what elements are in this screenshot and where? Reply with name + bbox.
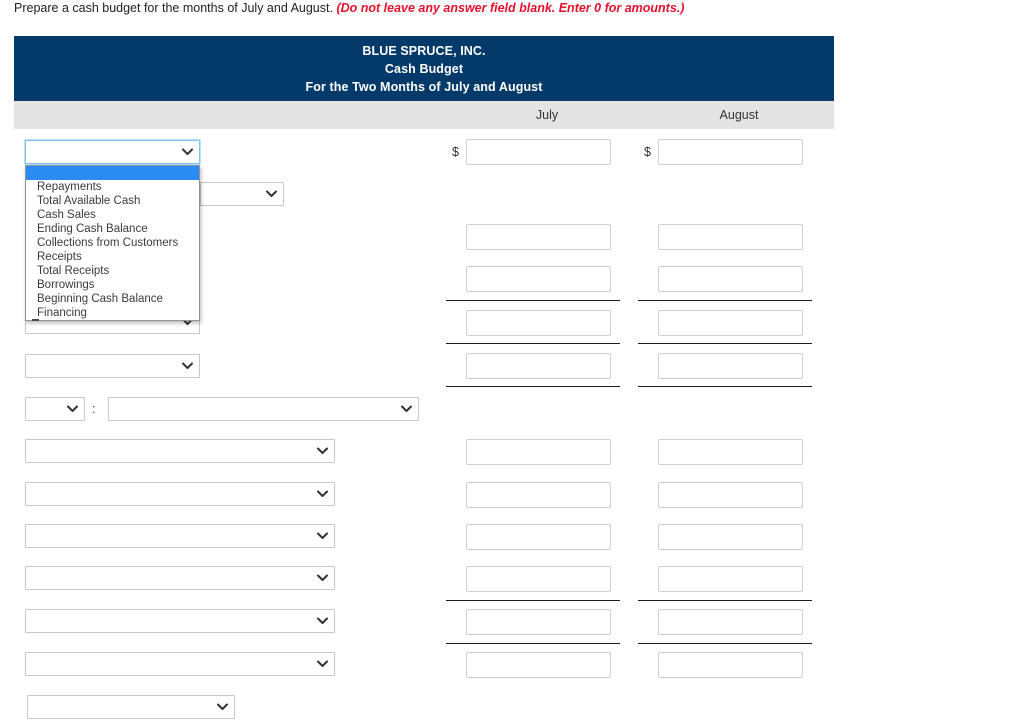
amount-august-5[interactable] [658,310,803,336]
amount-july-5[interactable] [466,310,611,336]
amount-july-9[interactable] [466,482,611,508]
dollar-sign-july-1: $ [452,145,459,159]
option-ending-cash-balance[interactable]: Ending Cash Balance [26,222,199,236]
amount-august-12[interactable] [658,609,803,635]
amount-july-11[interactable] [466,566,611,592]
amount-august-13[interactable] [658,652,803,678]
account-select-7[interactable] [25,524,335,548]
amount-august-6[interactable] [658,353,803,379]
subtotal-rule-july-2 [446,343,620,344]
cash-budget-worksheet: Prepare a cash budget for the months of … [0,0,1010,723]
chevron-down-icon [316,483,328,505]
account-select-11[interactable] [27,695,235,719]
option-repayments[interactable]: Repayments [26,180,199,194]
instruction-note: (Do not leave any answer field blank. En… [336,1,685,15]
amount-july-6[interactable] [466,353,611,379]
subtotal-rule-july-1 [446,300,620,301]
chevron-down-icon [400,398,412,420]
instruction-text: Prepare a cash budget for the months of … [14,1,684,15]
amount-august-1[interactable] [658,139,803,165]
account-select-5[interactable] [25,439,335,463]
table-title-band: BLUE SPRUCE, INC. Cash Budget For the Tw… [14,36,834,101]
chevron-down-icon [316,525,328,547]
amount-july-12[interactable] [466,609,611,635]
account-select-6[interactable] [25,482,335,506]
chevron-down-icon [316,610,328,632]
column-header-august: August [719,108,759,122]
subtotal-rule-july-5 [446,643,620,644]
company-name: BLUE SPRUCE, INC. [362,44,486,58]
subtotal-rule-august-1 [638,300,812,301]
subtotal-rule-august-5 [638,643,812,644]
section-separator-colon: : [92,402,96,416]
account-select-2[interactable] [200,182,284,206]
instruction-main: Prepare a cash budget for the months of … [14,1,337,15]
column-header-july: July [535,108,559,122]
amount-july-3[interactable] [466,224,611,250]
option-borrowings[interactable]: Borrowings [26,278,199,292]
dollar-sign-august-1: $ [644,145,651,159]
subtotal-rule-july-3 [446,386,620,387]
statement-name: Cash Budget [384,62,464,76]
option-beginning-cash-balance[interactable]: Beginning Cash Balance [26,292,199,306]
option-financing[interactable]: Financing [26,306,199,320]
option-receipts[interactable]: Receipts [26,250,199,264]
amount-july-4[interactable] [466,266,611,292]
amount-july-1[interactable] [466,139,611,165]
subtotal-rule-august-4 [638,600,812,601]
subtotal-rule-july-4 [446,600,620,601]
amount-august-10[interactable] [658,524,803,550]
chevron-down-icon [216,696,228,718]
account-select-1-options-popup[interactable]: Repayments Total Available Cash Cash Sal… [25,165,200,321]
amount-august-9[interactable] [658,482,803,508]
chevron-down-icon [181,355,193,377]
chevron-down-icon [181,141,193,163]
chevron-down-icon [316,440,328,462]
chevron-down-icon [265,183,277,205]
account-select-9[interactable] [25,609,335,633]
amount-august-11[interactable] [658,566,803,592]
option-blank[interactable] [26,166,199,180]
option-total-available-cash[interactable]: Total Available Cash [26,194,199,208]
chevron-down-icon [316,653,328,675]
option-total-receipts[interactable]: Total Receipts [26,264,199,278]
chevron-down-icon [316,567,328,589]
section-prefix-select[interactable] [25,397,85,421]
chevron-down-icon [66,398,78,420]
popup-scroll-indicator [32,319,39,321]
subtotal-rule-august-2 [638,343,812,344]
account-select-1[interactable] [25,140,200,164]
amount-august-4[interactable] [658,266,803,292]
statement-period: For the Two Months of July and August [305,80,543,94]
option-cash-sales[interactable]: Cash Sales [26,208,199,222]
amount-july-13[interactable] [466,652,611,678]
subtotal-rule-august-3 [638,386,812,387]
account-select-4[interactable] [25,354,200,378]
amount-august-3[interactable] [658,224,803,250]
amount-august-8[interactable] [658,439,803,465]
section-name-select[interactable] [108,397,419,421]
account-select-8[interactable] [25,566,335,590]
account-select-10[interactable] [25,652,335,676]
amount-july-10[interactable] [466,524,611,550]
amount-july-8[interactable] [466,439,611,465]
option-collections-from-customers[interactable]: Collections from Customers [26,236,199,250]
column-header-band: July August [14,101,834,129]
